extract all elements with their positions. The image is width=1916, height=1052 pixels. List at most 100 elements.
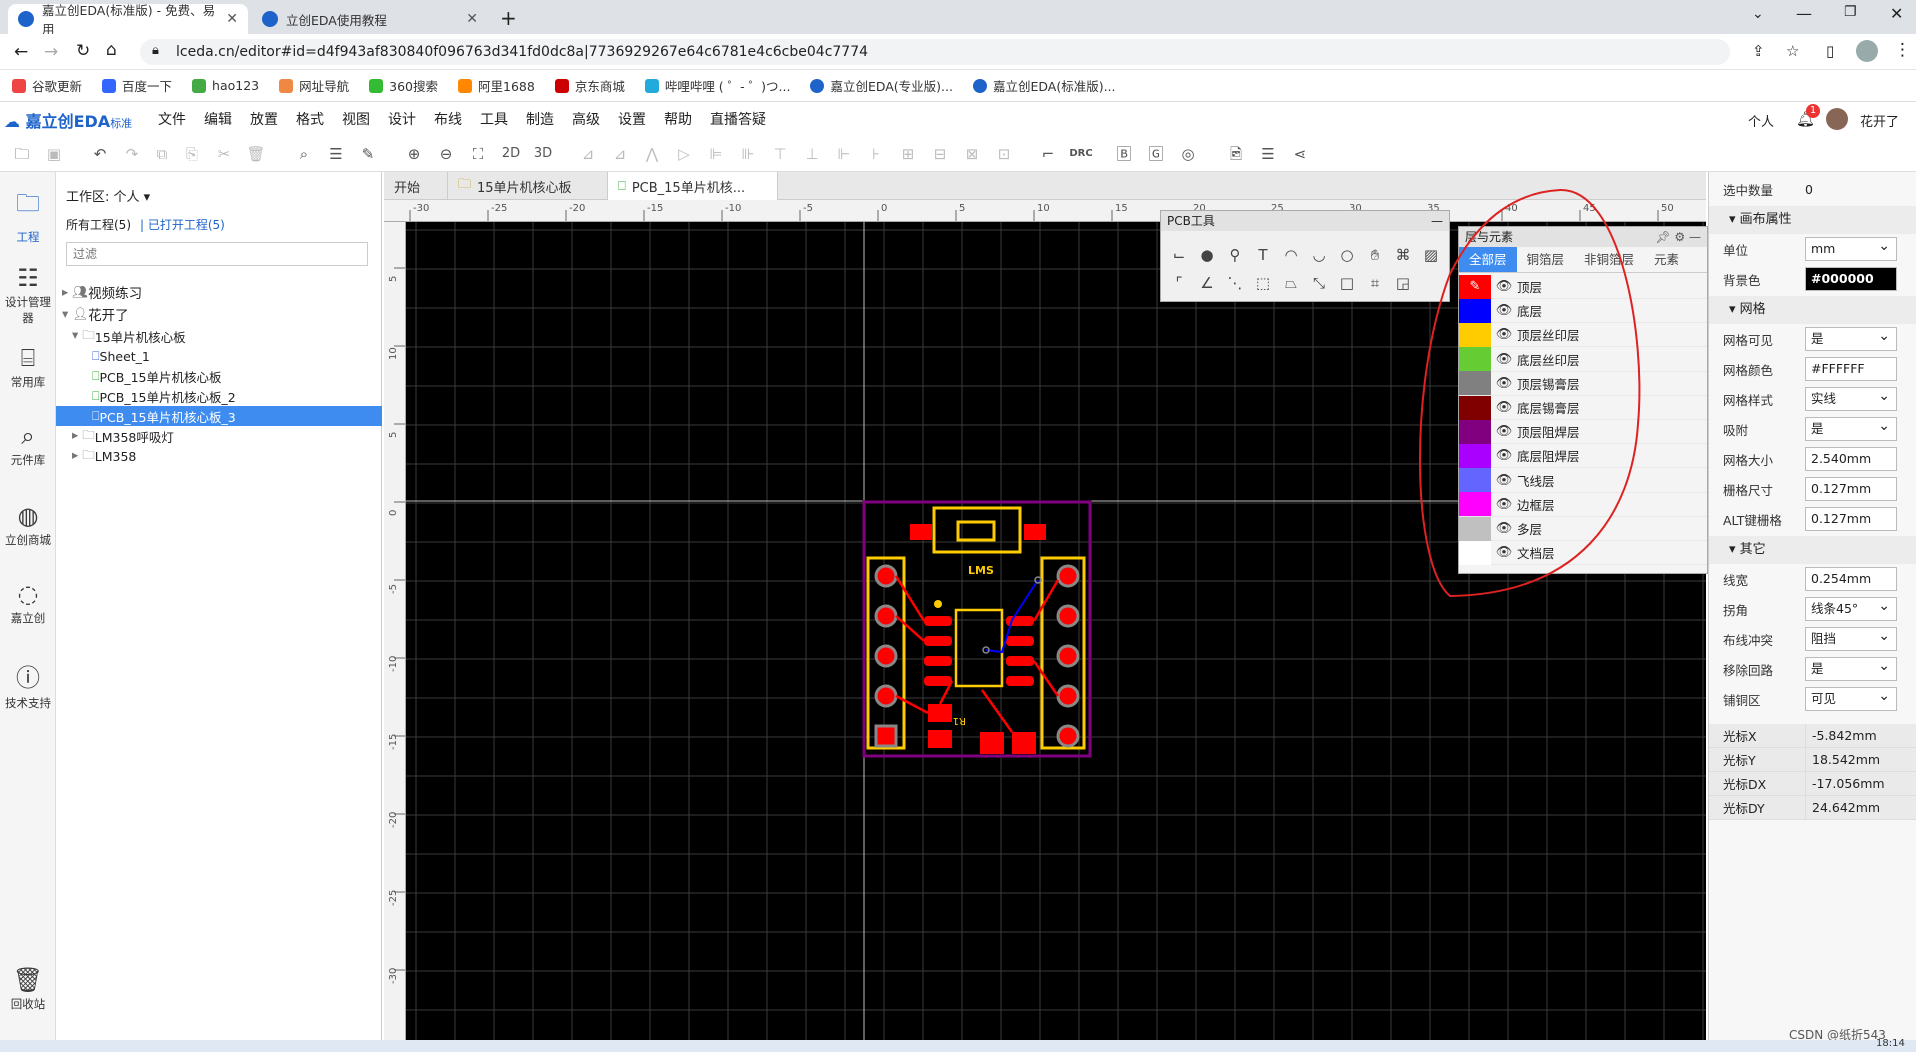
workspace-mode[interactable]: 个人	[1748, 111, 1774, 130]
region-tool-icon[interactable]: ⬚	[1253, 273, 1273, 293]
browser-tab[interactable]: 立创EDA使用教程 ✕	[252, 4, 488, 34]
bookmark[interactable]: 阿里1688	[458, 76, 535, 95]
tab-start[interactable]: 开始	[384, 172, 448, 200]
browser-tab-active[interactable]: 嘉立创EDA(标准版) - 免费、易用 ✕	[8, 3, 248, 37]
menu-icon[interactable]: ⋮	[1894, 40, 1911, 60]
delete-icon[interactable]: 🗑︎	[246, 144, 266, 164]
undo-icon[interactable]: ↶	[90, 144, 110, 164]
conflict-select[interactable]: 阻挡	[1805, 625, 1897, 651]
gerber-icon[interactable]: 🄶	[1146, 144, 1166, 164]
pad-tool-icon[interactable]: ●	[1197, 245, 1217, 265]
menu-tools[interactable]: 工具	[480, 109, 508, 129]
save-icon[interactable]: ▣	[44, 144, 64, 164]
sidebar-item-trash[interactable]: 🗑︎ 回收站	[0, 966, 56, 1012]
alt-snap-input[interactable]: 0.127mm	[1805, 507, 1897, 531]
corner-select[interactable]: 线条45°	[1805, 595, 1897, 621]
tab-schematic[interactable]: 🗀︎ 15单片机核心板	[448, 172, 608, 200]
new-file-icon[interactable]: 🗀︎	[12, 144, 32, 164]
align-icon[interactable]: ⊿	[610, 144, 630, 164]
share-icon[interactable]: ⇪	[1752, 42, 1765, 60]
forward-icon[interactable]: →	[44, 42, 58, 62]
rect-tool-icon[interactable]: □	[1337, 273, 1357, 293]
view-3d-button[interactable]: 3D	[530, 144, 556, 164]
bg-color-input[interactable]: #000000	[1805, 267, 1897, 291]
align-icon[interactable]: ⊿	[578, 144, 598, 164]
profile-icon[interactable]	[1856, 40, 1878, 62]
align-center-icon[interactable]: ⊩	[834, 144, 854, 164]
sidebar-item-project[interactable]: 🗀︎ 工程	[0, 186, 56, 245]
menu-place[interactable]: 放置	[250, 109, 278, 129]
distribute-icon[interactable]: ⊞	[898, 144, 918, 164]
menu-fabricate[interactable]: 制造	[526, 109, 554, 129]
open-projects-link[interactable]: | 已打开工程(5)	[140, 216, 225, 233]
menu-design[interactable]: 设计	[388, 109, 416, 129]
section-other[interactable]: ▾ 其它	[1709, 536, 1916, 564]
sidebar-item-common-lib[interactable]: ⌸ 常用库	[0, 344, 56, 390]
workspace-selector[interactable]: 工作区: 个人 ▾	[66, 186, 150, 205]
bookmark[interactable]: hao123	[192, 78, 259, 93]
copper-area-select[interactable]: 可见	[1805, 685, 1897, 711]
text-tool-icon[interactable]: T	[1253, 245, 1273, 265]
hand-tool-icon[interactable]: ✋︎	[1365, 245, 1385, 265]
menu-help[interactable]: 帮助	[664, 109, 692, 129]
menu-format[interactable]: 格式	[296, 109, 324, 129]
find-list-icon[interactable]: ☰	[326, 144, 346, 164]
via-tool-icon[interactable]: ⚲	[1225, 245, 1245, 265]
bookmark[interactable]: 嘉立创EDA(标准版)...	[972, 76, 1116, 95]
layers-icon[interactable]: ☰	[1258, 144, 1278, 164]
share-icon[interactable]: ⋖	[1290, 144, 1310, 164]
order-pcb-icon[interactable]: ◎	[1178, 144, 1198, 164]
tree-item[interactable]: ▸ 🗀︎ LM358	[56, 446, 382, 466]
grid-visible-select[interactable]: 是	[1805, 325, 1897, 351]
sidebar-item-components[interactable]: ⌕ 元件库	[0, 422, 56, 468]
angle-tool-icon[interactable]: ∠	[1197, 273, 1217, 293]
zoom-out-icon[interactable]: ⊖	[436, 144, 456, 164]
copy-icon[interactable]: ⧉	[152, 144, 172, 164]
polygon-tool-icon[interactable]: ⏢	[1281, 273, 1301, 293]
snap-size-input[interactable]: 0.127mm	[1805, 477, 1897, 501]
group-icon[interactable]: ⊠	[962, 144, 982, 164]
user-name[interactable]: 花开了	[1860, 111, 1899, 130]
minimize-icon[interactable]: —	[1796, 4, 1812, 23]
align-left-icon[interactable]: ⊫	[706, 144, 726, 164]
bookmark[interactable]: 百度一下	[102, 76, 172, 95]
connect-tool-icon[interactable]: ⋱	[1225, 273, 1245, 293]
tree-item-selected[interactable]: ⎕ PCB_15单片机核心板_3	[56, 406, 382, 426]
close-icon[interactable]: ✕	[466, 11, 478, 27]
menu-edit[interactable]: 编辑	[204, 109, 232, 129]
tree-item[interactable]: ▸ 🗀︎ LM358呼吸灯	[56, 426, 382, 446]
route-icon[interactable]: ⌐	[1038, 144, 1058, 164]
tree-item[interactable]: ▾ 🗀︎ 15单片机核心板	[56, 326, 382, 346]
circle-tool-icon[interactable]: ○	[1337, 245, 1357, 265]
bookmark[interactable]: 360搜索	[369, 76, 438, 95]
menu-view[interactable]: 视图	[342, 109, 370, 129]
sidebar-item-design-manager[interactable]: ☷ 设计管理器	[0, 264, 56, 326]
brush-icon[interactable]: ✎	[358, 144, 378, 164]
paste-icon[interactable]: ⎘	[182, 144, 202, 164]
tab-pcb[interactable]: ⎕ PCB_15单片机核...	[608, 172, 778, 200]
grid-size-input[interactable]: 2.540mm	[1805, 447, 1897, 471]
arc2-tool-icon[interactable]: ◡	[1309, 245, 1329, 265]
sidebar-item-support[interactable]: ⓘ 技术支持	[0, 658, 56, 711]
arc-tool-icon[interactable]: ◠	[1281, 245, 1301, 265]
section-canvas[interactable]: ▾ 画布属性	[1709, 206, 1916, 234]
tree-item[interactable]: ⎕ PCB_15单片机核心板	[56, 366, 382, 386]
align-middle-icon[interactable]: ⊦	[866, 144, 886, 164]
menu-file[interactable]: 文件	[158, 109, 186, 129]
bookmark[interactable]: 网址导航	[279, 76, 349, 95]
bookmark[interactable]: 嘉立创EDA(专业版)...	[810, 76, 953, 95]
window-close-icon[interactable]: ✕	[1890, 4, 1903, 23]
tree-item[interactable]: ⎕ Sheet_1	[56, 346, 382, 366]
new-tab-icon[interactable]: +	[500, 6, 517, 30]
tab-elements[interactable]: 元素	[1644, 247, 1689, 272]
ungroup-icon[interactable]: ⊡	[994, 144, 1014, 164]
fit-icon[interactable]: ⛶	[468, 144, 488, 164]
menu-advanced[interactable]: 高级	[572, 109, 600, 129]
flip-icon[interactable]: ⋀	[642, 144, 662, 164]
avatar[interactable]	[1826, 108, 1848, 130]
track-tool-icon[interactable]: ⌙	[1169, 245, 1189, 265]
section-grid[interactable]: ▾ 网格	[1709, 296, 1916, 324]
menu-route[interactable]: 布线	[434, 109, 462, 129]
tab-search-icon[interactable]: ⌄	[1752, 6, 1764, 22]
redo-icon[interactable]: ↷	[122, 144, 142, 164]
